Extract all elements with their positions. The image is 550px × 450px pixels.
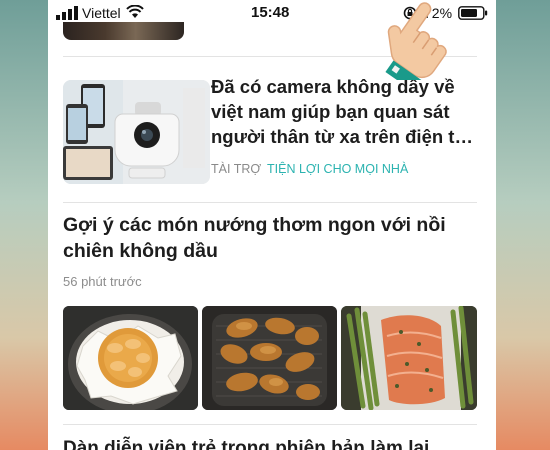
ad-source-link[interactable]: TIỆN LỢI CHO MỌI NHÀ (267, 162, 408, 176)
camera-ad-image[interactable] (63, 80, 210, 184)
article-timestamp: 56 phút trước (63, 274, 142, 289)
divider (63, 424, 477, 425)
article-title[interactable]: Gợi ý các món nướng thơm ngon với nồi ch… (63, 212, 483, 264)
signal-icon (56, 6, 78, 20)
pointing-hand-icon (385, 2, 447, 80)
divider (63, 202, 477, 203)
previous-article-thumbnail[interactable] (63, 22, 184, 40)
ad-title[interactable]: Đã có camera không dây về việt nam giúp … (211, 74, 486, 149)
clock: 15:48 (251, 4, 290, 21)
sponsored-label: TÀI TRỢ (211, 162, 262, 176)
baked-pie-image[interactable] (63, 306, 198, 410)
next-article-title[interactable]: Dàn diễn viên trẻ trong phiên bản làm lạ… (63, 436, 493, 450)
news-app-screen: Viettel 15:48 72% Đã có camera không dây… (48, 0, 496, 450)
salmon-asparagus-image[interactable] (341, 306, 477, 410)
chicken-wings-image[interactable] (202, 306, 337, 410)
wifi-icon (126, 5, 144, 18)
carrier-name: Viettel (82, 5, 121, 21)
